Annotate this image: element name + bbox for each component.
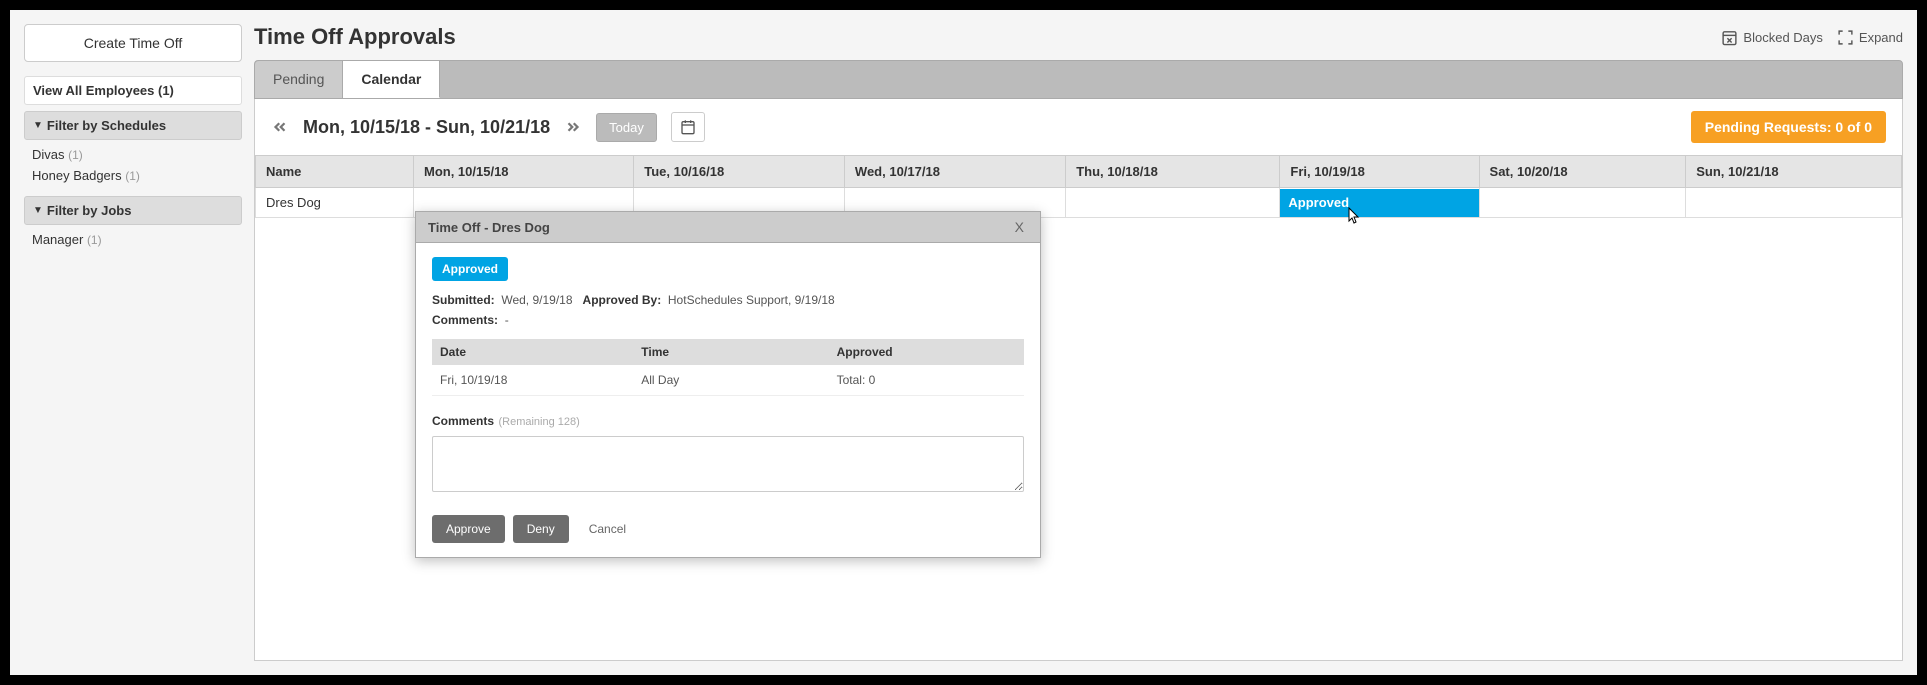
approved-by-label: Approved By: — [583, 293, 662, 307]
sidebar: Create Time Off View All Employees (1) ▼… — [24, 24, 242, 661]
expand-icon — [1837, 29, 1854, 46]
tab-pending[interactable]: Pending — [255, 61, 343, 98]
next-week-button[interactable] — [564, 118, 582, 136]
status-badge: Approved — [432, 257, 508, 281]
tabs-bar: Pending Calendar — [254, 60, 1903, 99]
cancel-button[interactable]: Cancel — [589, 522, 626, 536]
day-cell[interactable] — [1479, 188, 1686, 218]
detail-row: Fri, 10/19/18 All Day Total: 0 — [432, 365, 1024, 396]
expand-button[interactable]: Expand — [1837, 29, 1903, 46]
today-button[interactable]: Today — [596, 113, 657, 142]
detail-table: Date Time Approved Fri, 10/19/18 All Day… — [432, 339, 1024, 396]
employee-name-cell[interactable]: Dres Dog — [256, 188, 414, 218]
schedule-count: (1) — [68, 148, 83, 162]
page-title: Time Off Approvals — [254, 24, 456, 50]
job-name: Manager — [32, 232, 83, 247]
schedule-name: Honey Badgers — [32, 168, 122, 183]
schedule-item[interactable]: Divas (1) — [32, 144, 234, 165]
approved-block[interactable]: Approved — [1280, 189, 1478, 217]
job-count: (1) — [87, 233, 102, 247]
column-header-fri: Fri, 10/19/18 — [1280, 156, 1479, 188]
comments-info: Comments: - — [432, 313, 1024, 327]
new-comments-section: Comments (Remaining 128) — [432, 412, 1024, 497]
create-time-off-button[interactable]: Create Time Off — [24, 24, 242, 62]
jobs-list: Manager (1) — [24, 225, 242, 260]
approved-by-value: HotSchedules Support, 9/19/18 — [668, 293, 835, 307]
column-header-mon: Mon, 10/15/18 — [414, 156, 634, 188]
column-header-tue: Tue, 10/16/18 — [634, 156, 845, 188]
column-header-sun: Sun, 10/21/18 — [1686, 156, 1902, 188]
pending-requests-badge: Pending Requests: 0 of 0 — [1691, 111, 1886, 143]
schedules-list: Divas (1) Honey Badgers (1) — [24, 140, 242, 196]
modal-title: Time Off - Dres Dog — [428, 220, 550, 235]
caret-down-icon: ▼ — [33, 120, 43, 131]
calendar-icon — [680, 119, 696, 135]
view-all-employees[interactable]: View All Employees (1) — [24, 76, 242, 105]
approve-button[interactable]: Approve — [432, 515, 505, 543]
column-header-name: Name — [256, 156, 414, 188]
filter-schedules-label: Filter by Schedules — [47, 118, 166, 133]
comments-label: Comments: — [432, 313, 498, 327]
tab-calendar[interactable]: Calendar — [343, 61, 440, 98]
job-item[interactable]: Manager (1) — [32, 229, 234, 250]
comments-value: - — [505, 313, 509, 327]
filter-by-schedules-header[interactable]: ▼ Filter by Schedules — [24, 111, 242, 140]
date-range: Mon, 10/15/18 - Sun, 10/21/18 — [303, 117, 550, 138]
detail-approved-total: Total: 0 — [829, 365, 1024, 396]
new-comments-label: Comments — [432, 414, 494, 428]
submitted-info: Submitted: Wed, 9/19/18 Approved By: Hot… — [432, 293, 1024, 307]
schedule-name: Divas — [32, 147, 65, 162]
schedule-count: (1) — [125, 169, 140, 183]
time-off-detail-modal: Time Off - Dres Dog X Approved Submitted… — [415, 211, 1041, 558]
detail-date: Fri, 10/19/18 — [432, 365, 633, 396]
approved-text: Approved — [1288, 195, 1349, 210]
column-header-sat: Sat, 10/20/18 — [1479, 156, 1686, 188]
date-picker-button[interactable] — [671, 112, 705, 142]
deny-button[interactable]: Deny — [513, 515, 569, 543]
blocked-days-label: Blocked Days — [1743, 30, 1822, 45]
day-cell-fri[interactable]: Approved — [1280, 188, 1479, 218]
filter-by-jobs-header[interactable]: ▼ Filter by Jobs — [24, 196, 242, 225]
chevron-double-right-icon — [564, 118, 582, 136]
detail-col-date: Date — [432, 339, 633, 365]
column-header-wed: Wed, 10/17/18 — [844, 156, 1065, 188]
calendar-grid: Name Mon, 10/15/18 Tue, 10/16/18 Wed, 10… — [255, 155, 1902, 218]
schedule-item[interactable]: Honey Badgers (1) — [32, 165, 234, 186]
detail-col-time: Time — [633, 339, 828, 365]
expand-label: Expand — [1859, 30, 1903, 45]
filter-jobs-label: Filter by Jobs — [47, 203, 132, 218]
detail-col-approved: Approved — [829, 339, 1024, 365]
column-header-thu: Thu, 10/18/18 — [1066, 156, 1280, 188]
submitted-label: Submitted: — [432, 293, 495, 307]
day-cell[interactable] — [1066, 188, 1280, 218]
detail-time: All Day — [633, 365, 828, 396]
calendar-blocked-icon — [1721, 29, 1738, 46]
blocked-days-button[interactable]: Blocked Days — [1721, 29, 1822, 46]
comments-remaining: (Remaining 128) — [498, 416, 579, 428]
chevron-double-left-icon — [271, 118, 289, 136]
submitted-value: Wed, 9/19/18 — [501, 293, 572, 307]
prev-week-button[interactable] — [271, 118, 289, 136]
caret-down-icon: ▼ — [33, 205, 43, 216]
modal-close-button[interactable]: X — [1011, 219, 1028, 235]
day-cell[interactable] — [1686, 188, 1902, 218]
comments-textarea[interactable] — [432, 436, 1024, 492]
